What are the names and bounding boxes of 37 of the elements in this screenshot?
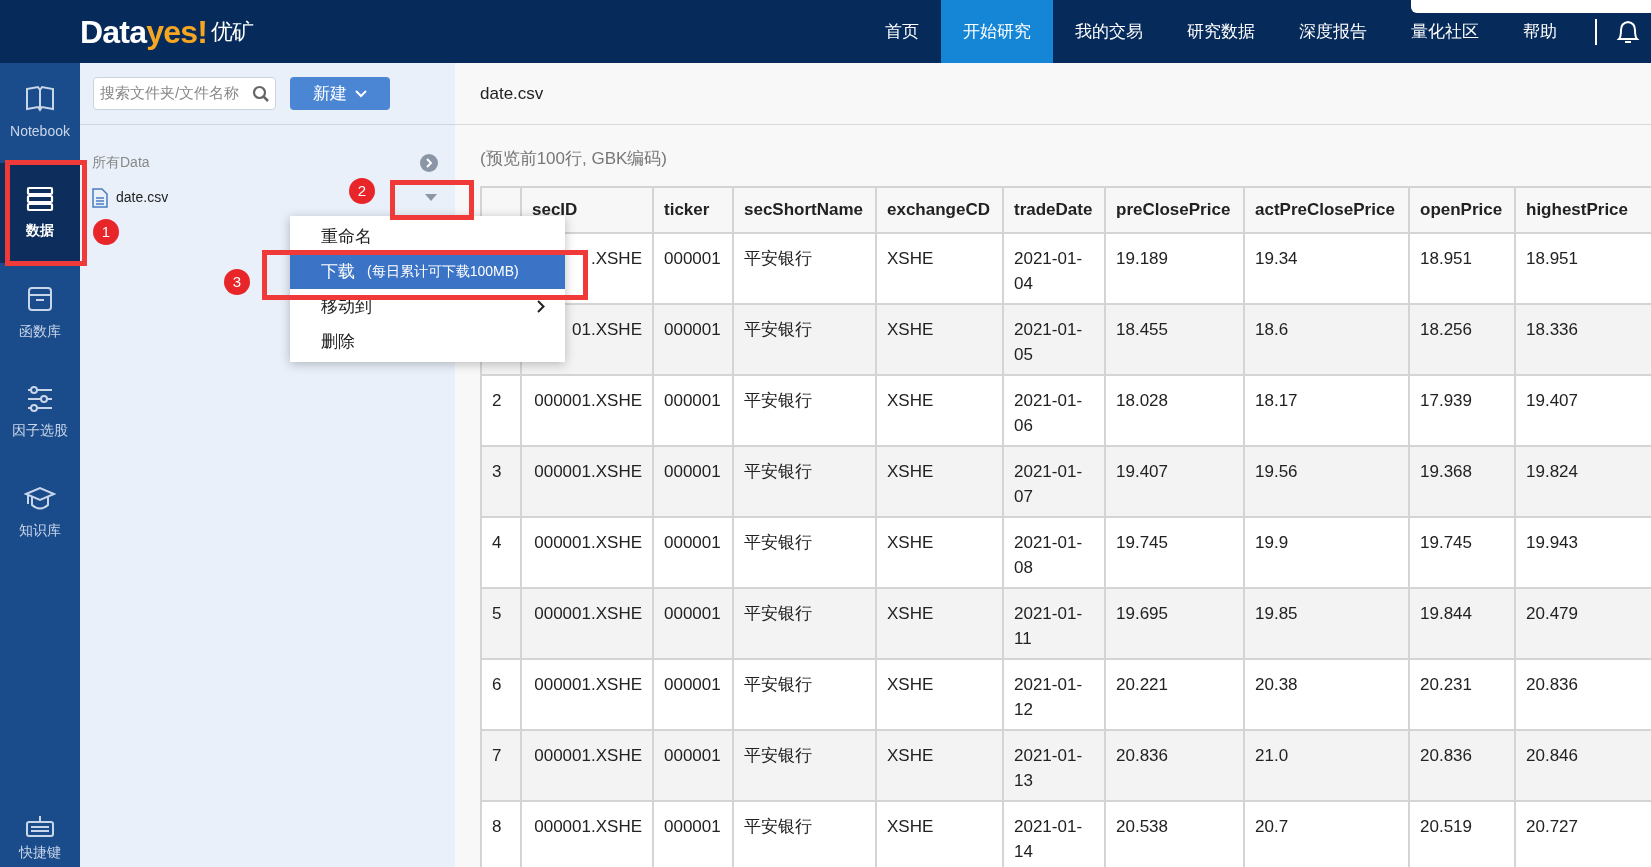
table-cell: 5 [481,588,521,659]
book-icon [25,84,55,113]
sidebar-item[interactable]: 函数库 [0,263,80,363]
sidebar-item[interactable]: 知识库 [0,463,80,563]
search-icon [252,84,270,103]
sidebar-item[interactable]: 数据 [0,163,80,263]
new-button[interactable]: 新建 [290,77,390,110]
graduation-cap-icon [24,485,56,512]
table-cell: 2 [481,375,521,446]
sidebar-item[interactable]: 快捷键 [0,777,80,867]
section-label: 所有Data [92,153,150,172]
download-limit-note: (每日累计可下载100MB) [367,262,519,281]
file-icon [92,187,108,208]
nav-tab[interactable]: 开始研究 [941,0,1053,63]
preview-note: (预览前100行, GBK编码) [480,147,668,170]
table-cell: 6 [481,659,521,730]
nav-tab[interactable]: 深度报告 [1277,0,1389,63]
caret-down-icon[interactable] [425,193,437,202]
table-cell: 8 [481,801,521,867]
sliders-icon [26,385,54,412]
archive-icon [26,284,54,313]
chevron-down-icon [355,89,367,98]
table-cell: 3 [481,446,521,517]
table-cell: 4 [481,517,521,588]
search-field[interactable]: 搜索文件夹/文件名称 [93,77,276,110]
table-cell: 7 [481,730,521,801]
file-name[interactable]: date.csv [116,187,169,208]
server-icon [26,185,54,212]
menu-item[interactable]: 下载 (每日累计可下载100MB) [290,254,565,289]
file-title: date.csv [480,82,544,105]
nav-tab[interactable]: 研究数据 [1165,0,1277,63]
sidebar-item[interactable]: Notebook [0,63,80,163]
sidebar-item[interactable]: 因子选股 [0,363,80,463]
nav-tab[interactable]: 我的交易 [1053,0,1165,63]
chevron-right-icon[interactable] [420,153,438,172]
nav-tab[interactable]: 首页 [863,0,941,63]
logo[interactable]: Datayes!优矿 [80,0,254,63]
